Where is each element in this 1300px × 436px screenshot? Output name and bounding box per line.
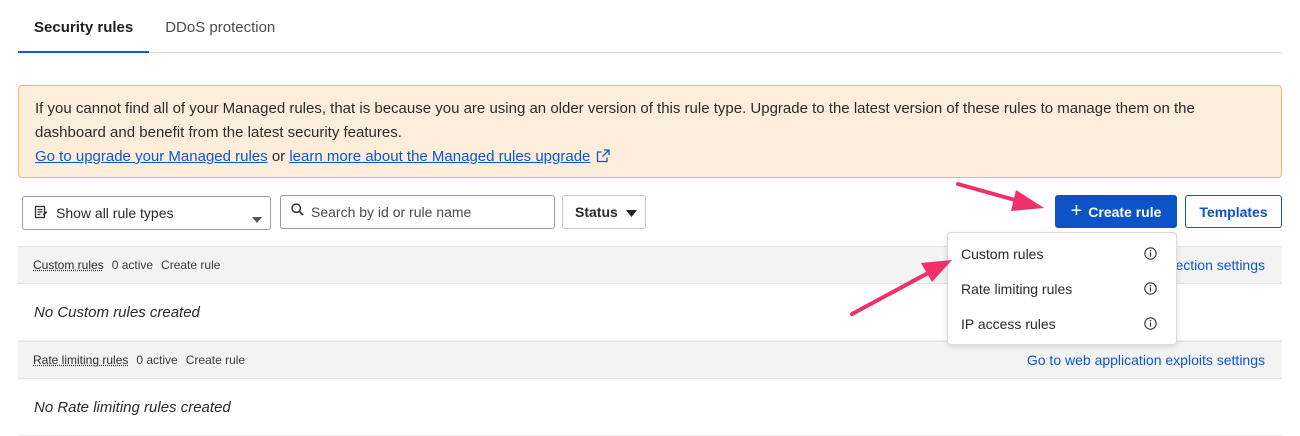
rule-type-select-value: Show all rule types	[56, 205, 174, 221]
custom-rules-create-link[interactable]: Create rule	[161, 258, 220, 272]
templates-button[interactable]: Templates	[1185, 195, 1282, 228]
menu-item-label: IP access rules	[961, 315, 1056, 332]
chevron-down-icon	[252, 210, 262, 226]
rate-limiting-title[interactable]: Rate limiting rules	[33, 353, 128, 367]
search-field[interactable]	[280, 195, 555, 229]
learn-more-managed-rules-link[interactable]: learn more about the Managed rules upgra…	[289, 148, 590, 165]
external-link-icon	[596, 147, 611, 171]
custom-rules-active-count: 0 active	[111, 258, 154, 272]
caret-down-icon	[625, 204, 637, 220]
banner-message: If you cannot find all of your Managed r…	[35, 100, 1195, 141]
status-filter-label: Status	[575, 204, 618, 220]
menu-item-rate-limiting-rules[interactable]: Rate limiting rules	[948, 271, 1176, 306]
rate-limiting-settings-link[interactable]: Go to web application exploits settings	[1027, 352, 1265, 368]
menu-item-ip-access-rules[interactable]: IP access rules	[948, 306, 1176, 341]
tab-bar: Security rules DDoS protection	[18, 0, 1282, 53]
search-input[interactable]	[311, 204, 541, 220]
status-filter-button[interactable]: Status	[562, 195, 646, 229]
plus-icon: +	[1070, 199, 1083, 222]
rule-type-select[interactable]: Show all rule types	[22, 196, 271, 230]
rate-limiting-create-link[interactable]: Create rule	[186, 353, 245, 367]
rule-list-icon	[34, 205, 48, 222]
custom-rules-settings-link[interactable]: ection settings	[1176, 257, 1266, 273]
create-rule-label: Create rule	[1088, 203, 1162, 220]
menu-item-label: Custom rules	[961, 245, 1044, 262]
create-rule-button[interactable]: + Create rule	[1055, 195, 1177, 228]
rate-limiting-section-header: Rate limiting rules 0 active Create rule…	[18, 341, 1282, 379]
annotation-arrow-to-create-button	[956, 182, 1044, 211]
rate-limiting-empty-state: No Rate limiting rules created	[18, 380, 1282, 436]
info-icon[interactable]	[1144, 317, 1157, 333]
tab-security-rules[interactable]: Security rules	[18, 0, 150, 53]
create-rule-menu: Custom rules Rate limiting rules IP acce…	[947, 232, 1177, 345]
info-icon[interactable]	[1144, 247, 1157, 263]
managed-rules-banner: If you cannot find all of your Managed r…	[18, 85, 1282, 178]
banner-links: Go to upgrade your Managed rules or lear…	[35, 145, 1265, 171]
banner-or-text: or	[271, 148, 286, 165]
info-icon[interactable]	[1144, 282, 1157, 298]
custom-rules-title[interactable]: Custom rules	[33, 258, 104, 272]
menu-item-custom-rules[interactable]: Custom rules	[948, 236, 1176, 271]
rate-limiting-active-count: 0 active	[136, 353, 178, 367]
search-icon	[291, 203, 304, 221]
menu-item-label: Rate limiting rules	[961, 280, 1073, 297]
upgrade-managed-rules-link[interactable]: Go to upgrade your Managed rules	[35, 148, 268, 165]
tab-ddos-protection[interactable]: DDoS protection	[149, 0, 291, 53]
